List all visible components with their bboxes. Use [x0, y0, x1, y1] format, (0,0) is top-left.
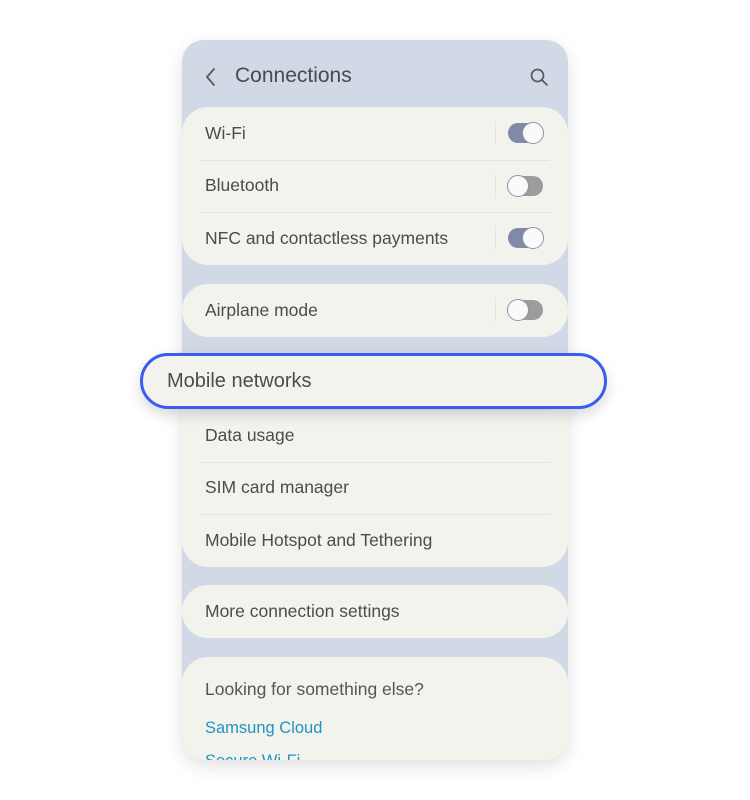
wifi-label: Wi-Fi: [205, 122, 246, 143]
nfc-row[interactable]: NFC and contactless payments: [182, 212, 568, 265]
toggle-knob: [522, 122, 544, 144]
toggle-knob: [507, 174, 529, 197]
page-title: Connections: [235, 64, 352, 87]
bluetooth-row[interactable]: Bluetooth: [182, 159, 568, 213]
secure-wifi-link[interactable]: Secure Wi-Fi: [205, 752, 568, 760]
chevron-left-icon: [206, 68, 215, 86]
divider: [495, 173, 496, 198]
bluetooth-toggle[interactable]: [507, 174, 543, 197]
bluetooth-label: Bluetooth: [205, 175, 279, 196]
airplane-group: Airplane mode: [182, 284, 568, 337]
toggle-knob: [522, 227, 544, 249]
divider: [495, 121, 496, 145]
mobile-networks-label: Mobile networks: [167, 369, 312, 392]
search-icon: [530, 68, 548, 86]
app-bar: Connections: [182, 40, 568, 110]
more-connection-settings-row[interactable]: More connection settings: [182, 585, 568, 638]
samsung-cloud-link[interactable]: Samsung Cloud: [205, 719, 568, 738]
airplane-mode-toggle[interactable]: [507, 299, 543, 321]
more-group: More connection settings: [182, 585, 568, 638]
sim-card-manager-row[interactable]: SIM card manager: [182, 461, 568, 515]
data-usage-label: Data usage: [205, 424, 295, 445]
wireless-group: Wi-Fi Bluetooth NFC and contactless paym…: [182, 107, 568, 265]
nfc-toggle[interactable]: [508, 227, 544, 249]
search-button[interactable]: [528, 66, 550, 88]
suggestions-card: Looking for something else? Samsung Clou…: [182, 657, 568, 760]
airplane-mode-row[interactable]: Airplane mode: [182, 284, 568, 337]
wifi-row[interactable]: Wi-Fi: [182, 107, 568, 160]
toggle-knob: [507, 299, 529, 321]
divider: [495, 226, 496, 250]
more-connection-settings-label: More connection settings: [205, 600, 400, 621]
hotspot-label: Mobile Hotspot and Tethering: [205, 529, 433, 550]
sim-card-manager-label: SIM card manager: [205, 477, 349, 498]
suggestions-title: Looking for something else?: [205, 679, 424, 699]
mobile-networks-row[interactable]: Mobile networks: [140, 353, 607, 409]
back-button[interactable]: [200, 66, 222, 88]
divider: [495, 298, 496, 322]
hotspot-row[interactable]: Mobile Hotspot and Tethering: [182, 514, 568, 567]
airplane-mode-label: Airplane mode: [205, 299, 318, 320]
data-usage-row[interactable]: Data usage: [182, 409, 568, 462]
nfc-label: NFC and contactless payments: [205, 227, 449, 248]
wifi-toggle[interactable]: [508, 122, 544, 144]
